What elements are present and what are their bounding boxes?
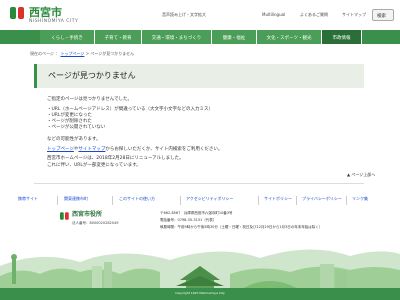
bullet-item: ・ページが公開されていない [47,125,106,130]
footer-link-howto[interactable]: このサイトの使い方 [119,197,155,201]
renewal-text-2: これに伴い、URLが一部変更になっています。 [47,163,141,168]
site-title[interactable]: 西宮市 [29,7,62,18]
divider [296,196,297,205]
breadcrumb-sep-icon: ： [55,51,60,56]
site-subtitle: NISHINOMIYA CITY [29,19,79,24]
bullet-item: ・URLが変更になった [47,113,92,118]
page-top-label: ページ上部へ [351,172,376,177]
footer-phone: 電話番号：0798-35-3151（代表） [160,218,217,222]
header-link-accessibility[interactable]: 音声読み上げ・文字拡大 [162,13,206,17]
divider [34,183,364,184]
footer-link-links[interactable]: リンク集 [352,197,368,201]
reason-text: などの可能性があります。 [47,137,101,142]
nav-label: 子育て・教育 [104,36,132,41]
intro-text: ご指定のページは見つかりませんでした。 [47,97,133,102]
nav-item-life[interactable]: くらし・手続き [40,30,95,44]
footer-link-accessibility[interactable]: アクセシビリティポリシー [186,197,234,201]
breadcrumb-current-label: 現在のページ [30,51,54,56]
nav-item-transport[interactable]: 交通・環境・まちづくり [142,30,212,44]
header-link-multilingual[interactable]: Multilingual [262,13,285,17]
nav-label: 健康・福祉 [222,36,246,41]
nav-label: 文化・スポーツ・観光 [266,36,312,41]
bullet-item: ・ページが削除された [47,119,92,124]
guide-text: トップページやサイトマップからお探しいただくか、サイト内検索をご利用ください。 [47,147,223,153]
main-nav: くらし・手続き 子育て・教育 交通・環境・まちづくり 健康・福祉 文化・スポーツ… [0,30,400,44]
breadcrumb-home-link[interactable]: トップページ [60,51,84,56]
nav-item-health[interactable]: 健康・福祉 [212,30,257,44]
footer-link-privacy[interactable]: プライバシーポリシー [302,197,342,201]
divider [180,196,181,205]
top-page-link[interactable]: トップページ [47,147,74,152]
divider [258,196,259,205]
footer-address: 〒662-8567 兵庫県西宮市六湛寺町10番3号 [160,211,233,215]
breadcrumb-page: ページが見つかりません [90,51,135,56]
renewal-text: 西宮市ホームページは、2018年2月28日にリニューアルしました。 [47,156,184,161]
nav-item-city-info[interactable]: 市政情報 [322,30,362,44]
nav-item-culture[interactable]: 文化・スポーツ・観光 [257,30,322,44]
nav-item-education[interactable]: 子育て・教育 [95,30,142,44]
sitemap-link[interactable]: サイトマップ [78,147,105,152]
page-title: ページが見つかりません [48,71,136,80]
header-link-faq[interactable]: よくあるご質問 [300,13,328,17]
arrow-up-icon: ▲ [347,172,351,177]
divider [112,196,113,205]
nav-label: 交通・環境・まちづくり [151,36,202,41]
city-logo-icon[interactable] [10,6,26,20]
footer-link-partner[interactable]: 関東連携市町 [64,197,88,201]
footer-link-mobile[interactable]: 携帯サイト [18,197,38,201]
divider [57,196,58,205]
nav-label: くらし・手続き [51,36,83,41]
page-top-link[interactable]: ▲ ページ上部へ [347,173,375,177]
city-logo-icon [60,212,69,220]
search-button-label: 検索 [377,14,386,19]
nav-label: 市政情報 [332,36,351,41]
footer-link-site-policy[interactable]: サイトポリシー [264,197,292,201]
copyright: Copyright 1997 Nishinomiya City [175,291,225,295]
bullet-item: ・URL（ホームページアドレス）が間違っている（大文字小文字などの入力ミス） [47,107,213,112]
footer-hours: 執務時間：午前9時から午後5時30分（土曜・日曜・祝日及び12月29日から1月3… [160,225,323,229]
search-button[interactable]: 検索 [372,9,394,21]
divider [346,196,347,205]
breadcrumb-sep-icon: > [85,51,90,56]
footer-office-name: 西宮市役所 [72,211,103,218]
footer-corp-number: 法人番号：8000020282049 [72,221,119,225]
guide-tail: からお探しいただくか、サイト内検索をご利用ください。 [105,147,223,152]
header-link-sitemap[interactable]: サイトマップ [342,13,366,17]
breadcrumb: 現在のページ ： トップページ > ページが見つかりません [30,52,134,56]
